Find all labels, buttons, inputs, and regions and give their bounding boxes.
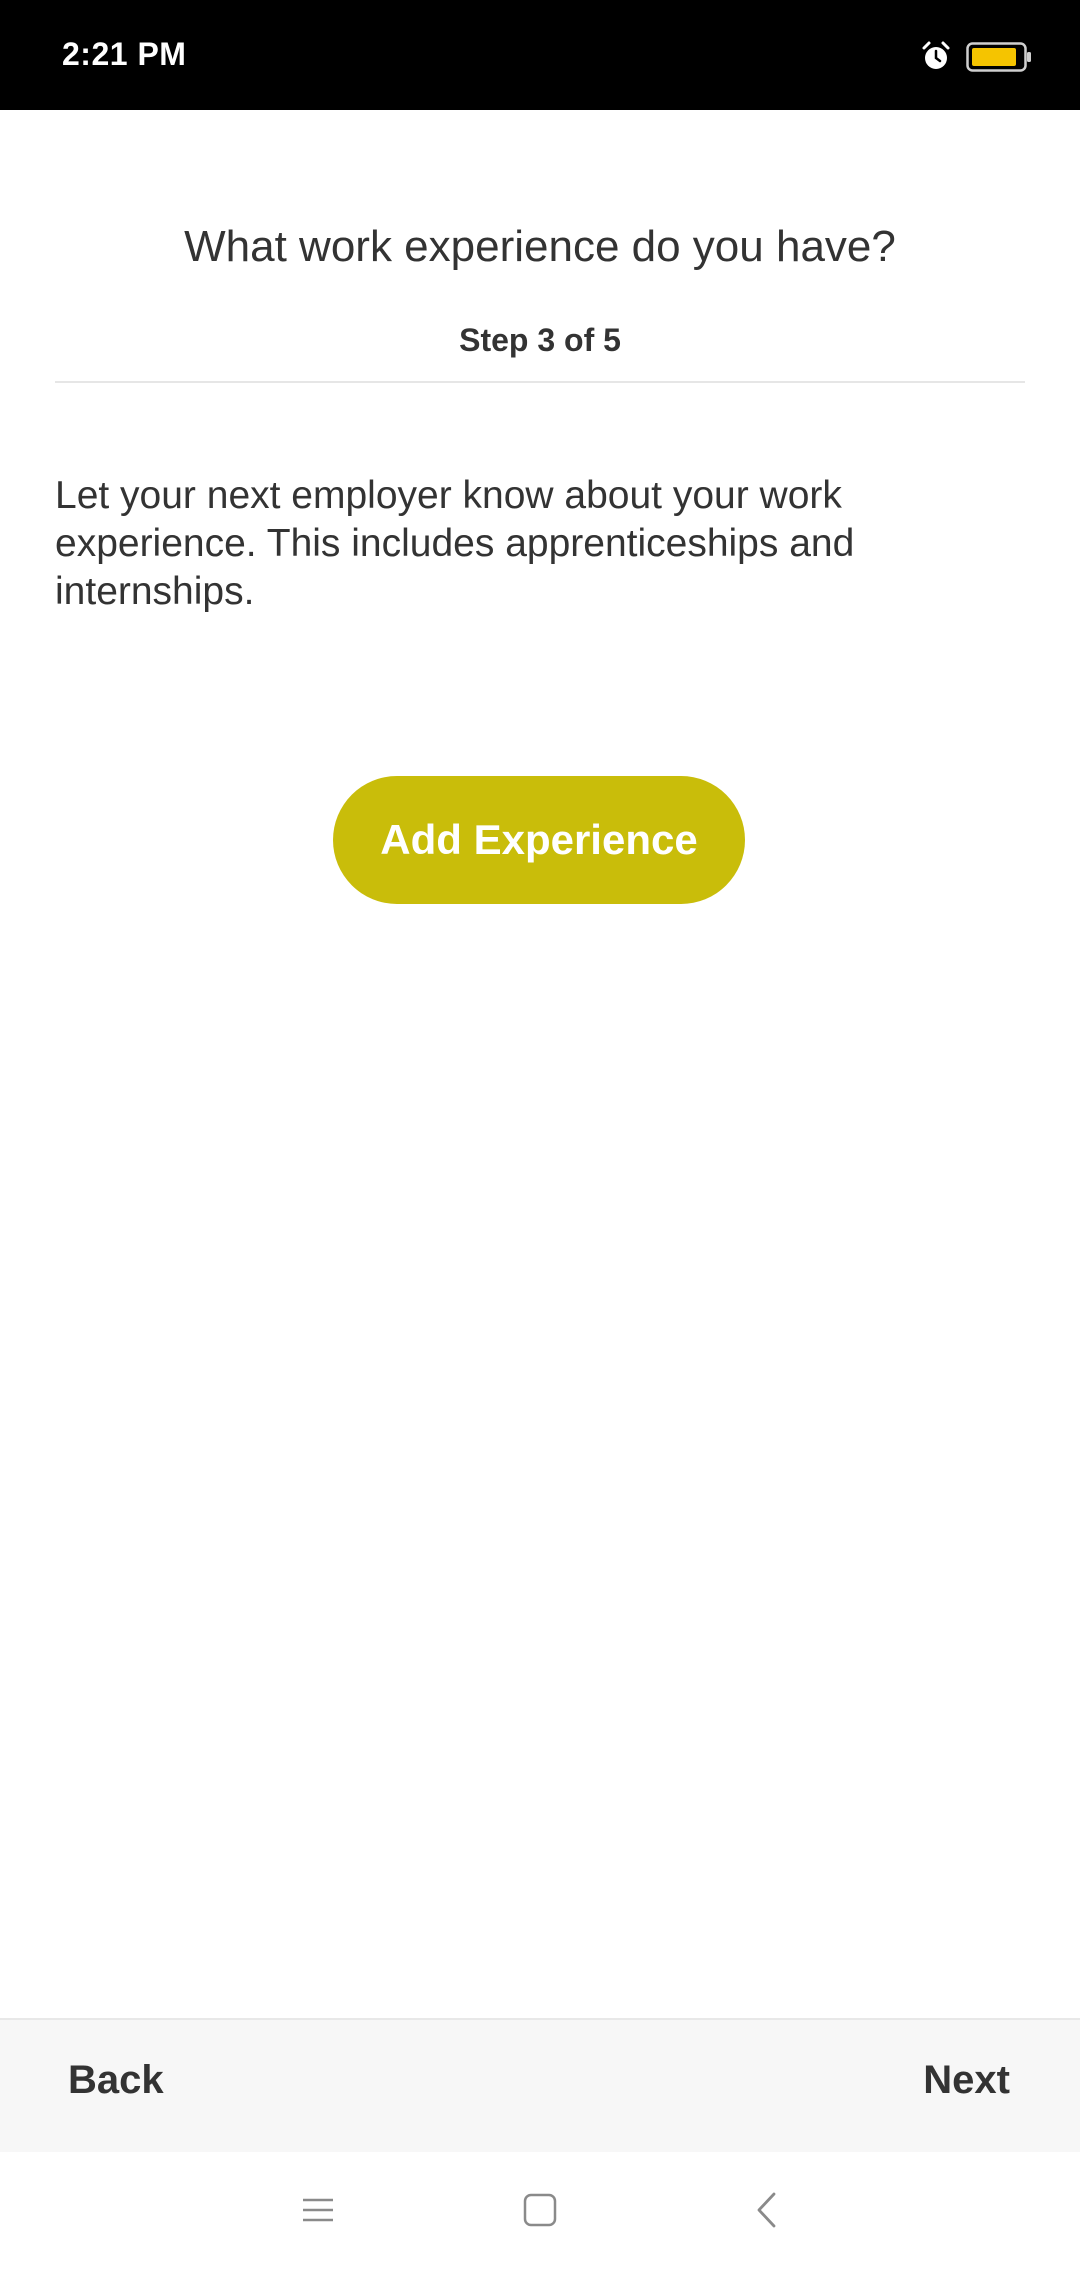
- screen: 2:21 PM What work experience do you have…: [0, 0, 1080, 2280]
- back-arrow-icon[interactable]: [752, 2190, 780, 2230]
- description-text: Let your next employer know about your w…: [55, 474, 855, 613]
- status-bar: 2:21 PM: [0, 0, 1080, 110]
- back-button[interactable]: Back: [68, 2058, 164, 2103]
- bottom-action-bar: Back Next: [0, 2018, 1080, 2154]
- system-nav-bar: [0, 2152, 1080, 2280]
- header-divider: [55, 381, 1025, 383]
- next-button[interactable]: Next: [923, 2058, 1010, 2103]
- alarm-icon: [920, 40, 952, 72]
- menu-icon[interactable]: [300, 2192, 336, 2228]
- page-title: What work experience do you have?: [184, 222, 896, 271]
- step-indicator: Step 3 of 5: [459, 322, 621, 358]
- status-time: 2:21 PM: [62, 36, 187, 72]
- home-icon[interactable]: [522, 2192, 558, 2228]
- battery-icon: [966, 42, 1032, 72]
- add-experience-button[interactable]: Add Experience: [333, 776, 745, 904]
